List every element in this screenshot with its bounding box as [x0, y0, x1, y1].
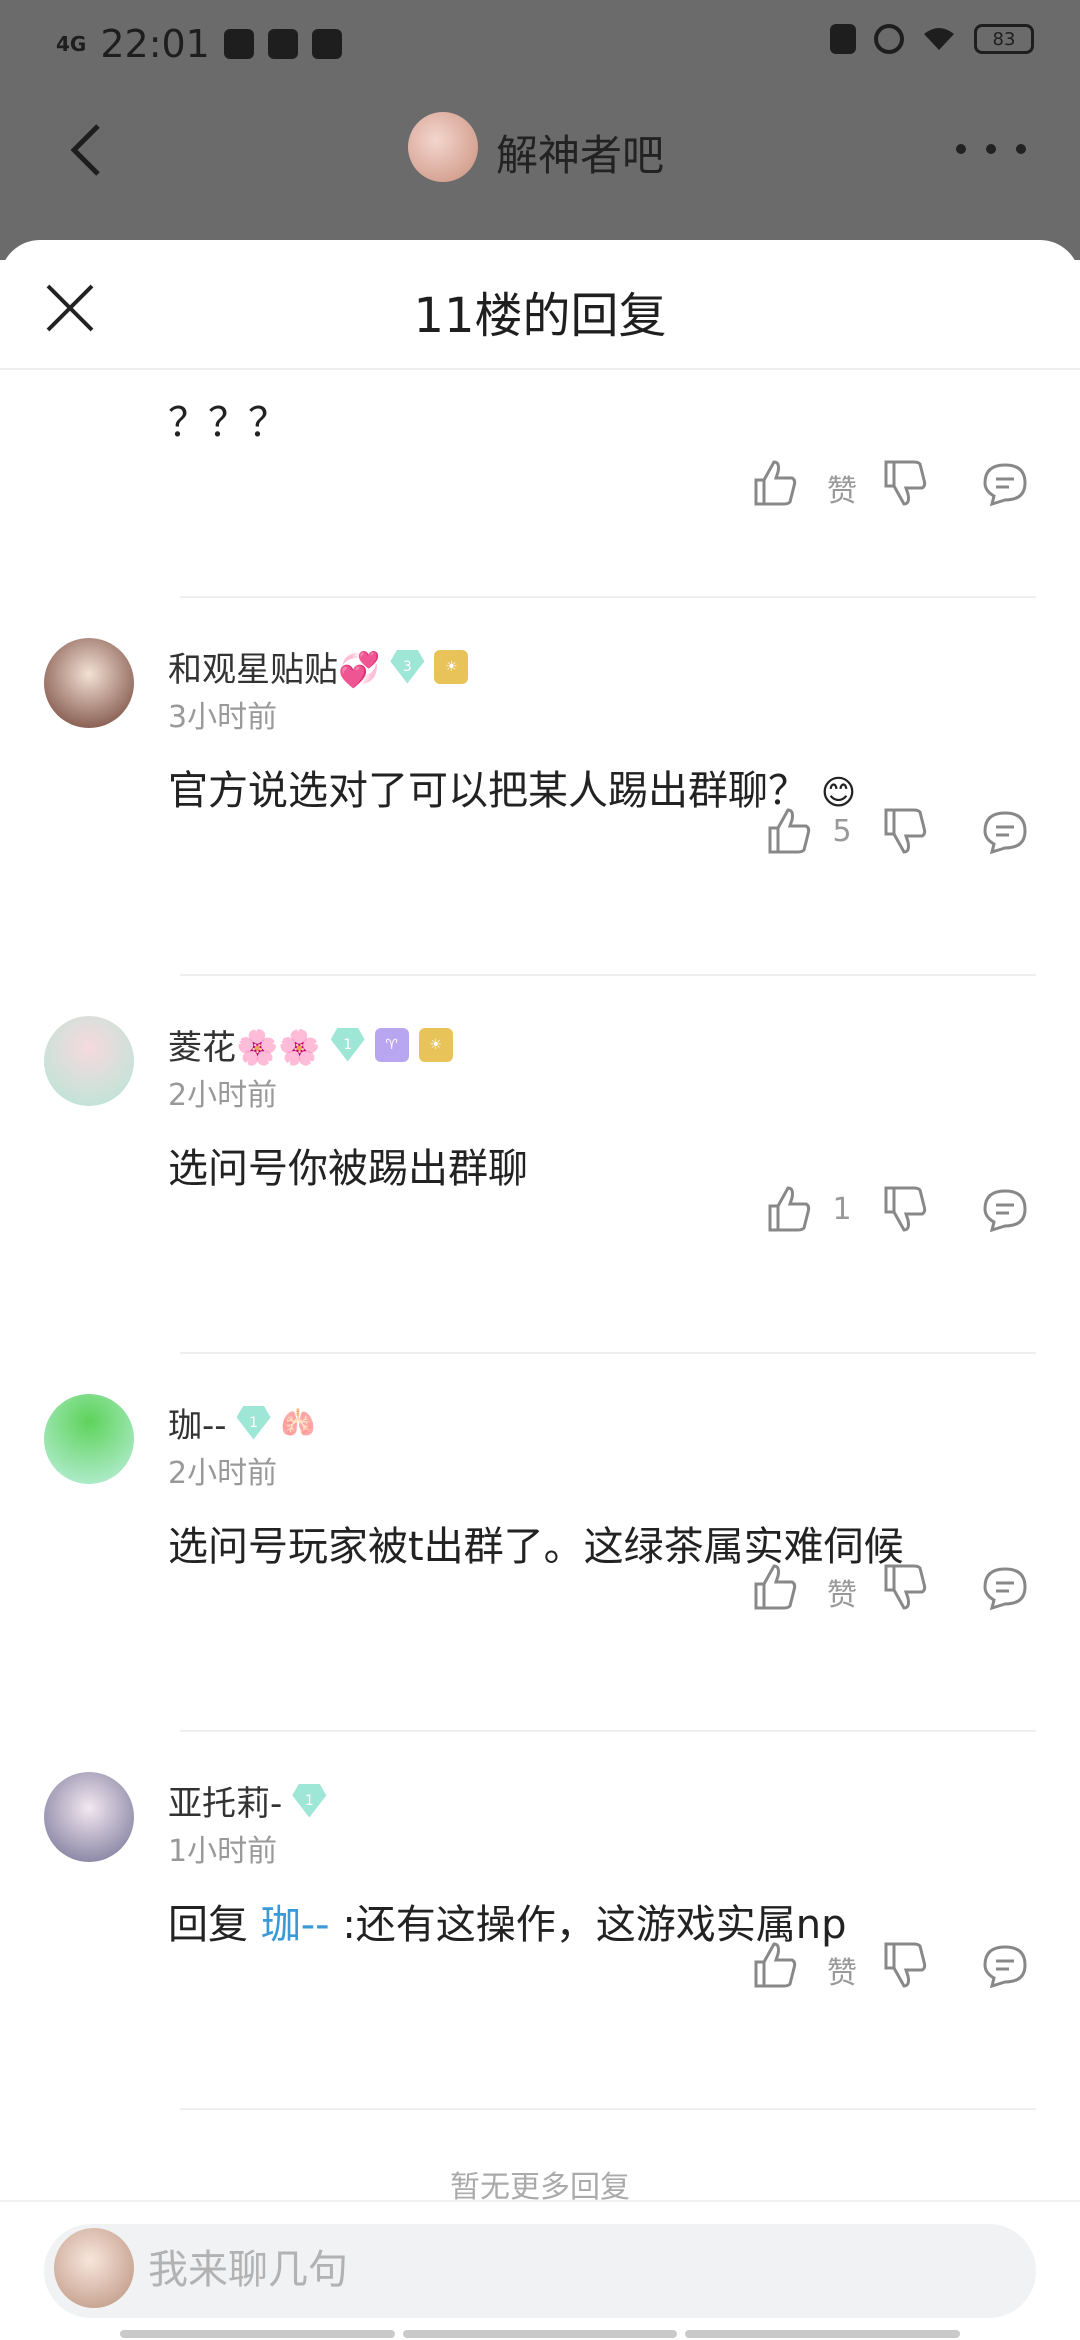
reply-actions: 赞 — [750, 458, 1050, 518]
status-bar: 4G 22:01 83 — [0, 0, 1080, 90]
level-badge: 1 — [292, 1783, 327, 1818]
comment-icon[interactable] — [982, 1566, 1028, 1610]
more-icon[interactable] — [956, 124, 1026, 174]
reply-mention-link[interactable]: 珈-- — [261, 1902, 330, 1948]
forum-title[interactable]: 解神者吧 — [496, 122, 664, 183]
nav-handle — [120, 2330, 961, 2338]
reply-content: ？？？ — [168, 400, 288, 446]
reply-actions: 赞 — [750, 1562, 1050, 1622]
reply-input[interactable] — [148, 2230, 948, 2310]
sheet-title: 11楼的回复 — [413, 288, 667, 344]
username[interactable]: 和观星贴贴💞 3 ☀ — [168, 642, 469, 691]
sun-badge-icon: ☀ — [434, 649, 469, 684]
sheet-header: 11楼的回复 — [0, 240, 1080, 370]
thumbs-up-icon[interactable] — [750, 458, 800, 508]
reply-actions: 5 — [750, 806, 1050, 866]
divider — [180, 2108, 1036, 2110]
username-text: 亚托莉- — [168, 1784, 283, 1824]
level-badge: 3 — [390, 649, 425, 684]
thumbs-up-icon[interactable] — [750, 1562, 800, 1612]
comment-icon[interactable] — [982, 462, 1028, 506]
top-nav: 解神者吧 — [0, 100, 1080, 200]
vibrate-icon — [830, 24, 856, 54]
reply-sheet: 11楼的回复 ？？？ 赞 和观星贴贴💞 3 ☀ 3小时前 官方说选对了可以把某人… — [0, 240, 1080, 2340]
wifi-icon — [924, 28, 954, 50]
like-count: 5 — [832, 814, 852, 849]
reply-input-bar — [0, 2200, 1080, 2340]
username[interactable]: 亚托莉- 1 — [168, 1776, 327, 1825]
thumbs-down-icon[interactable] — [880, 1562, 930, 1612]
timestamp: 1小时前 — [168, 1834, 278, 1869]
thumbs-down-icon[interactable] — [880, 1184, 930, 1234]
reply-actions: 1 — [750, 1184, 1050, 1244]
like-count: 赞 — [827, 474, 857, 509]
comment-icon[interactable] — [982, 1944, 1028, 1988]
shield-icon — [223, 29, 254, 59]
level-badge: 1 — [330, 1027, 365, 1062]
aries-badge-icon: ♈ — [374, 1027, 409, 1062]
like-count: 1 — [832, 1192, 852, 1227]
thumbs-up-icon[interactable] — [750, 1940, 800, 1990]
like-count: 赞 — [827, 1578, 857, 1613]
avatar[interactable] — [44, 1016, 134, 1106]
avatar[interactable] — [44, 638, 134, 728]
reply-content: 回复 珈-- :还有这操作，这游戏实属np — [168, 1902, 847, 1948]
username-text: 珈-- — [168, 1406, 227, 1446]
username[interactable]: 珈-- 1 🫁 — [168, 1398, 315, 1447]
thumbs-up-icon[interactable] — [764, 806, 814, 856]
sun-badge-icon: ☀ — [418, 1027, 453, 1062]
timestamp: 2小时前 — [168, 1078, 278, 1113]
timestamp: 2小时前 — [168, 1456, 278, 1491]
avatar[interactable] — [44, 1772, 134, 1862]
forum-avatar[interactable] — [408, 112, 478, 182]
level-badge: 1 — [236, 1405, 271, 1440]
back-arrow-icon[interactable] — [60, 120, 120, 180]
comment-icon[interactable] — [982, 1188, 1028, 1232]
username-text: 和观星贴贴💞 — [168, 650, 381, 690]
username-text: 菱花🌸🌸 — [168, 1028, 321, 1068]
timestamp: 3小时前 — [168, 700, 278, 735]
taobao-icon — [311, 29, 342, 59]
thumbs-down-icon[interactable] — [880, 1940, 930, 1990]
battery-indicator: 83 — [974, 24, 1034, 54]
thumbs-up-icon[interactable] — [764, 1184, 814, 1234]
telegram-icon — [267, 29, 298, 59]
network-indicator: 4G — [56, 32, 87, 56]
reply-actions: 赞 — [750, 1940, 1050, 2000]
divider — [180, 1730, 1036, 1732]
lungs-badge-icon: 🫁 — [280, 1406, 316, 1439]
divider — [180, 974, 1036, 976]
sync-icon — [874, 24, 904, 54]
thumbs-down-icon[interactable] — [880, 458, 930, 508]
my-avatar — [54, 2228, 134, 2308]
status-time: 22:01 — [100, 22, 210, 66]
like-count: 赞 — [827, 1956, 857, 1991]
comment-icon[interactable] — [982, 810, 1028, 854]
avatar[interactable] — [44, 1394, 134, 1484]
divider — [180, 1352, 1036, 1354]
reply-content: 选问号你被踢出群聊 — [168, 1146, 528, 1192]
username[interactable]: 菱花🌸🌸 1 ♈ ☀ — [168, 1020, 453, 1069]
thumbs-down-icon[interactable] — [880, 806, 930, 856]
divider — [180, 596, 1036, 598]
